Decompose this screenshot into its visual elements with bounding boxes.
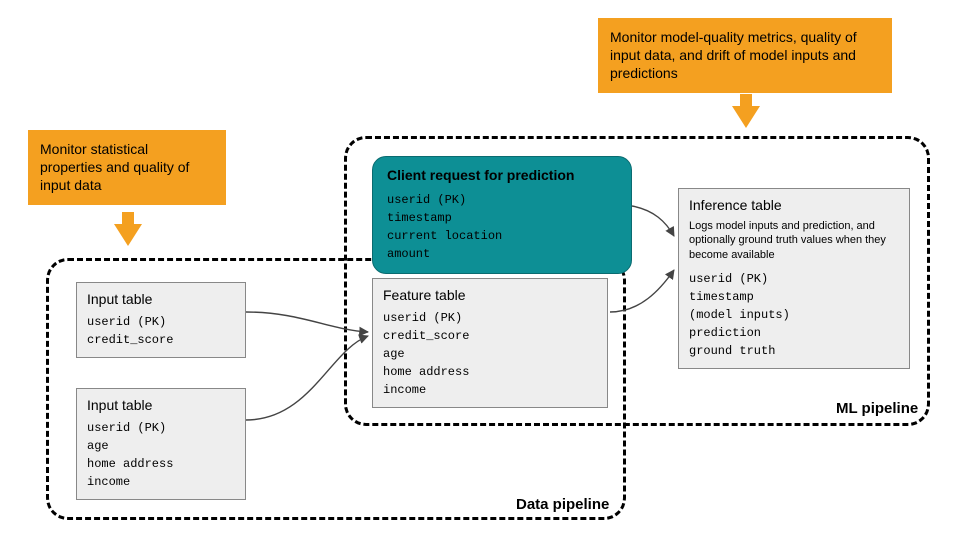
input-table-2: Input table userid (PK) age home address… xyxy=(76,388,246,500)
client-request-title: Client request for prediction xyxy=(387,167,617,183)
table-title: Input table xyxy=(87,291,235,307)
table-title: Feature table xyxy=(383,287,597,303)
client-request-box: Client request for prediction userid (PK… xyxy=(372,156,632,274)
table-title: Input table xyxy=(87,397,235,413)
client-request-fields: userid (PK) timestamp current location a… xyxy=(387,191,617,263)
callout-monitor-input: Monitor statistical properties and quali… xyxy=(28,130,226,205)
callout-arrow-right xyxy=(732,106,760,128)
table-fields: userid (PK) age home address income xyxy=(87,419,235,491)
ml-pipeline-label: ML pipeline xyxy=(836,400,918,417)
callout-monitor-model: Monitor model-quality metrics, quality o… xyxy=(598,18,892,93)
callout-text: Monitor statistical properties and quali… xyxy=(40,141,189,193)
table-fields: userid (PK) credit_score age home addres… xyxy=(383,309,597,399)
input-table-1: Input table userid (PK) credit_score xyxy=(76,282,246,358)
feature-table: Feature table userid (PK) credit_score a… xyxy=(372,278,608,408)
data-pipeline-label: Data pipeline xyxy=(516,496,609,513)
inference-table: Inference table Logs model inputs and pr… xyxy=(678,188,910,369)
callout-arrow-left xyxy=(114,224,142,246)
callout-text: Monitor model-quality metrics, quality o… xyxy=(610,29,857,81)
table-fields: userid (PK) credit_score xyxy=(87,313,235,349)
table-title: Inference table xyxy=(689,197,899,213)
table-desc: Logs model inputs and prediction, and op… xyxy=(689,219,899,262)
table-fields: userid (PK) timestamp (model inputs) pre… xyxy=(689,270,899,360)
